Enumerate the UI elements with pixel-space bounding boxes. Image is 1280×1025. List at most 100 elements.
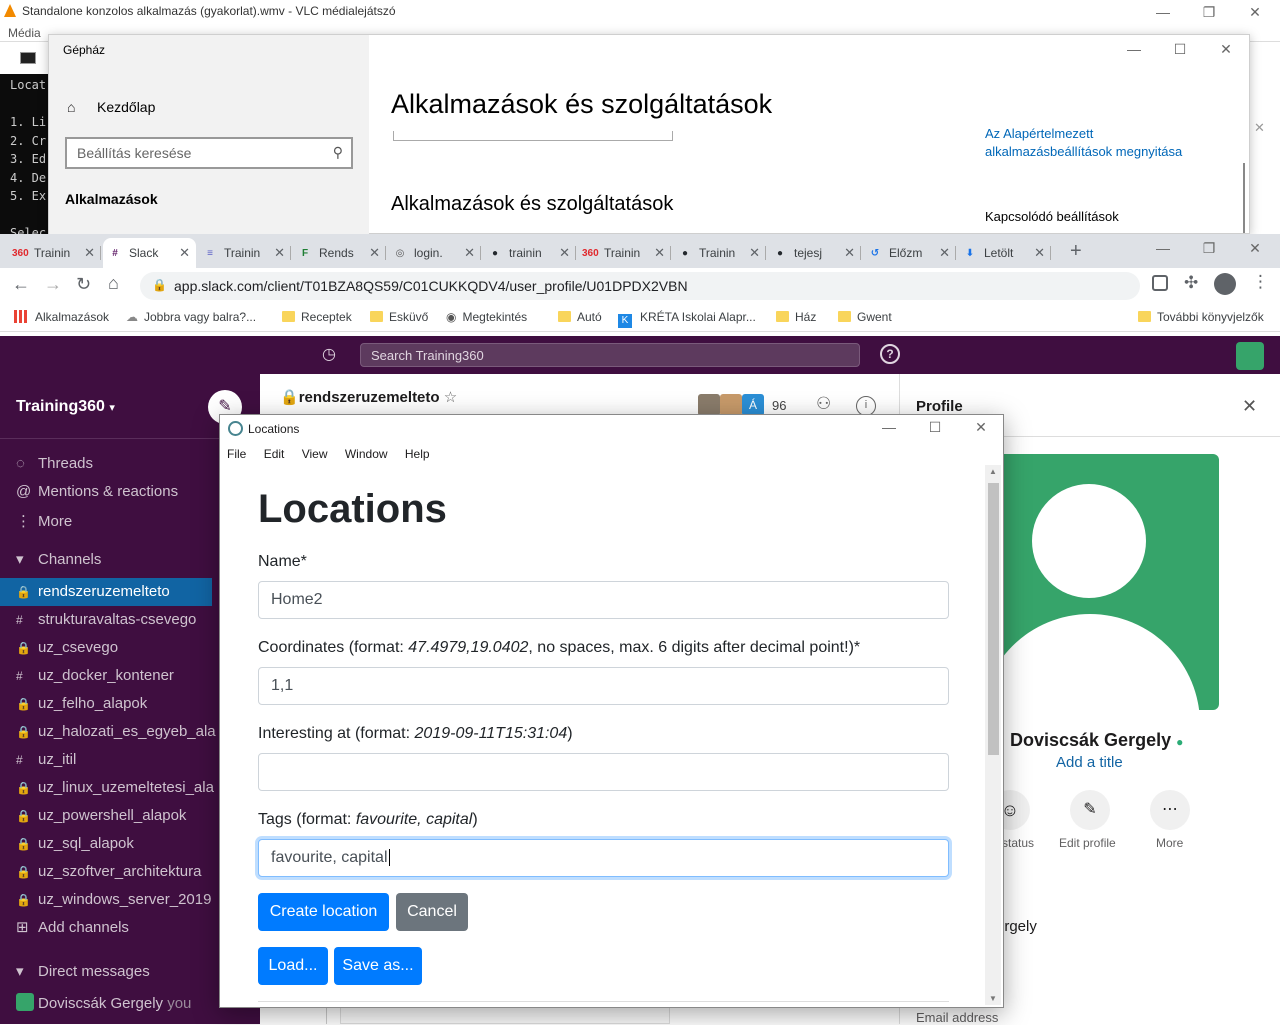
menu-help[interactable]: Help xyxy=(405,447,430,461)
default-apps-link[interactable]: Az Alapértelmezett alkalmazásbeállítások… xyxy=(985,125,1205,161)
settings-maximize-icon[interactable]: ☐ xyxy=(1157,37,1203,67)
name-input[interactable]: Home2 xyxy=(258,581,949,619)
coordinates-input[interactable]: 1,1 xyxy=(258,667,949,705)
tab-item[interactable]: ● tejesj ✕ xyxy=(768,238,861,268)
star-icon[interactable]: ☆ xyxy=(444,389,457,406)
more-label[interactable]: More xyxy=(1156,836,1183,850)
member-avatars[interactable]: Á xyxy=(698,394,764,416)
loc-close-icon[interactable]: ✕ xyxy=(958,415,1004,445)
scroll-down-icon[interactable]: ▼ xyxy=(989,994,997,1003)
reload-icon[interactable]: ↻ xyxy=(76,274,91,295)
menu-file[interactable]: File xyxy=(227,447,246,461)
menu-edit[interactable]: Edit xyxy=(264,447,285,461)
tab-close-icon[interactable]: ✕ xyxy=(654,238,665,268)
cancel-button[interactable]: Cancel xyxy=(396,893,468,931)
lock-icon: 🔒 xyxy=(16,585,31,599)
background-close-icon[interactable]: ✕ xyxy=(1254,120,1265,136)
puzzle-icon[interactable]: ✣ xyxy=(1184,273,1198,293)
more-icon[interactable]: ⋯ xyxy=(1150,790,1190,830)
menu-view[interactable]: View xyxy=(302,447,328,461)
tab-close-icon[interactable]: ✕ xyxy=(464,238,475,268)
tab-item[interactable]: ↺ Előzm ✕ xyxy=(863,238,956,268)
edit-profile-label[interactable]: Edit profile xyxy=(1059,836,1116,850)
divider xyxy=(326,1006,327,1024)
tab-close-icon[interactable]: ✕ xyxy=(844,238,855,268)
add-member-icon[interactable]: ⚇ xyxy=(816,394,831,414)
kebab-menu-icon[interactable]: ⋮ xyxy=(1252,272,1269,292)
settings-minimize-icon[interactable]: — xyxy=(1111,37,1157,67)
tab-item[interactable]: ≡ Trainin ✕ xyxy=(198,238,291,268)
address-bar[interactable]: 🔒 app.slack.com/client/T01BZA8QS59/C01CU… xyxy=(140,272,1140,300)
tab-item[interactable]: # Slack ✕ xyxy=(103,238,196,268)
info-icon[interactable]: i xyxy=(856,396,876,416)
extension-icon[interactable] xyxy=(1152,275,1168,291)
locations-scrollbar[interactable]: ▲ ▼ xyxy=(985,465,1001,1005)
bookmark-item[interactable]: ◉ Megtekintés xyxy=(446,310,527,324)
lock-icon: 🔒 xyxy=(16,809,31,823)
bookmark-item[interactable]: K KRÉTA Iskolai Alapr... xyxy=(618,310,756,328)
workspace-name[interactable]: Training360 ▾ xyxy=(16,398,115,416)
browser-minimize-icon[interactable]: — xyxy=(1140,236,1186,266)
browser-close-icon[interactable]: ✕ xyxy=(1232,236,1278,266)
member-count[interactable]: 96 xyxy=(772,398,786,413)
profile-close-icon[interactable]: ✕ xyxy=(1242,396,1257,417)
profile-avatar-icon[interactable] xyxy=(1214,273,1236,295)
settings-dropdown-partial[interactable] xyxy=(393,131,673,141)
vlc-menu-media[interactable]: Média xyxy=(8,26,41,40)
interesting-at-input[interactable] xyxy=(258,753,949,791)
forward-icon[interactable]: → xyxy=(44,274,62,295)
settings-home-link[interactable]: Kezdőlap xyxy=(97,99,155,115)
home-button-icon[interactable]: ⌂ xyxy=(108,273,119,294)
bookmark-item[interactable]: ☁ Jobbra vagy balra?... xyxy=(126,310,256,324)
other-bookmarks[interactable]: További könyvjelzők xyxy=(1138,310,1264,324)
bookmark-folder[interactable]: Ház xyxy=(776,310,816,324)
tab-item[interactable]: 360 Trainin ✕ xyxy=(578,238,671,268)
bookmark-folder[interactable]: Autó xyxy=(558,310,602,324)
help-icon[interactable]: ? xyxy=(880,344,900,364)
add-title-link[interactable]: Add a title xyxy=(1056,754,1123,771)
load-button[interactable]: Load... xyxy=(258,947,328,985)
tab-item[interactable]: ● trainin ✕ xyxy=(483,238,576,268)
loc-maximize-icon[interactable]: ☐ xyxy=(912,415,958,445)
tab-close-icon[interactable]: ✕ xyxy=(1034,238,1045,268)
restore-icon[interactable]: ❐ xyxy=(1186,0,1232,30)
tab-close-icon[interactable]: ✕ xyxy=(559,238,570,268)
set-status-label[interactable]: status xyxy=(1002,836,1034,850)
tab-close-icon[interactable]: ✕ xyxy=(179,238,190,268)
back-icon[interactable]: ← xyxy=(12,274,30,295)
settings-scrollbar[interactable] xyxy=(1243,163,1245,233)
tab-close-icon[interactable]: ✕ xyxy=(274,238,285,268)
bookmark-folder[interactable]: Receptek xyxy=(282,310,352,324)
bookmark-apps[interactable]: Alkalmazások xyxy=(14,310,109,324)
create-location-button[interactable]: Create location xyxy=(258,893,389,931)
scroll-up-icon[interactable]: ▲ xyxy=(989,467,997,476)
slack-search-input[interactable]: Search Training360 xyxy=(360,343,860,367)
tab-item[interactable]: ◎ login. ✕ xyxy=(388,238,481,268)
tab-close-icon[interactable]: ✕ xyxy=(369,238,380,268)
channel-title[interactable]: 🔒rendszeruzemelteto ☆ xyxy=(280,388,457,406)
close-icon[interactable]: ✕ xyxy=(1232,0,1278,30)
tab-item[interactable]: 360 Trainin ✕ xyxy=(8,238,101,268)
sidebar-item-channel[interactable]: 🔒 rendszeruzemelteto xyxy=(0,578,212,606)
minimize-icon[interactable]: — xyxy=(1140,0,1186,30)
loc-minimize-icon[interactable]: — xyxy=(866,415,912,445)
bookmark-folder[interactable]: Esküvő xyxy=(370,310,428,324)
tab-item[interactable]: F Rends ✕ xyxy=(293,238,386,268)
save-as-button[interactable]: Save as... xyxy=(334,947,422,985)
pencil-icon[interactable]: ✎ xyxy=(1070,790,1110,830)
tab-close-icon[interactable]: ✕ xyxy=(84,238,95,268)
browser-restore-icon[interactable]: ❐ xyxy=(1186,236,1232,266)
tab-item[interactable]: ⬇ Letölt ✕ xyxy=(958,238,1051,268)
user-avatar[interactable] xyxy=(1236,342,1264,370)
bookmark-folder[interactable]: Gwent xyxy=(838,310,892,324)
menu-window[interactable]: Window xyxy=(345,447,388,461)
tab-close-icon[interactable]: ✕ xyxy=(749,238,760,268)
tab-close-icon[interactable]: ✕ xyxy=(939,238,950,268)
settings-search-input[interactable]: Beállítás keresése ⚲ xyxy=(65,137,353,169)
new-tab-icon[interactable]: + xyxy=(1070,240,1082,263)
tab-item[interactable]: ● Trainin ✕ xyxy=(673,238,766,268)
history-icon[interactable]: ◷ xyxy=(322,344,336,364)
tags-input[interactable]: favourite, capital xyxy=(258,839,949,877)
settings-close-icon[interactable]: ✕ xyxy=(1203,37,1249,67)
scroll-thumb[interactable] xyxy=(988,483,999,755)
